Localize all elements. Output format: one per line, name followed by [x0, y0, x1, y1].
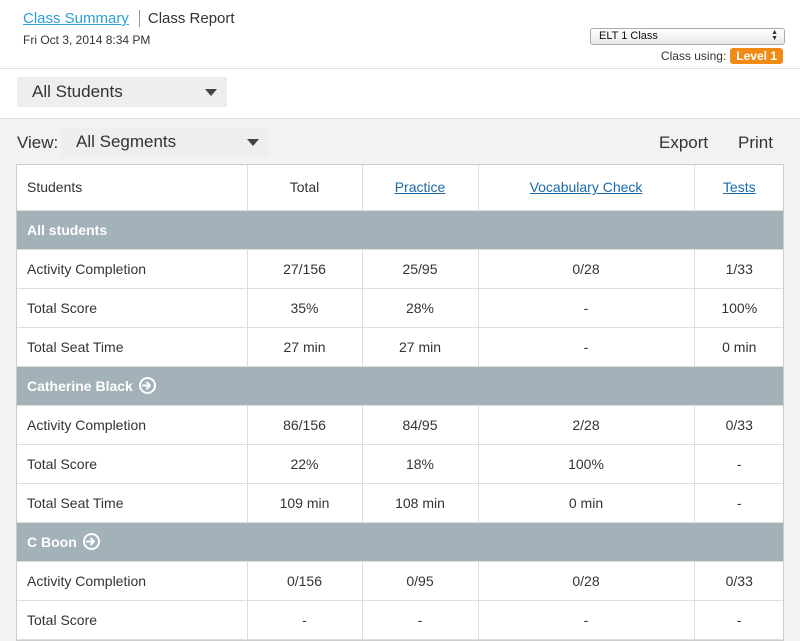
table-cell: 100%	[478, 444, 695, 484]
chevron-down-icon	[205, 89, 217, 96]
table-cell: -	[247, 600, 363, 640]
row-label: Total Score	[17, 600, 248, 640]
column-header-practice: Practice	[362, 165, 479, 211]
column-header-tests: Tests	[694, 165, 783, 211]
table-cell: 0/33	[694, 561, 783, 601]
table-row: Activity Completion 86/156 84/95 2/28 0/33	[17, 405, 783, 445]
report-table-container: Students Total Practice Vocabulary Check…	[16, 164, 784, 641]
table-cell: 0/28	[478, 249, 695, 289]
student-name: C Boon	[27, 533, 77, 550]
report-date: Fri Oct 3, 2014 8:34 PM	[23, 33, 151, 47]
group-cell: All students	[17, 210, 783, 250]
table-cell: 25/95	[362, 249, 479, 289]
table-row: Activity Completion 27/156 25/95 0/28 1/33	[17, 249, 783, 289]
segments-dropdown-value: All Segments	[76, 132, 177, 151]
table-row: Total Score - - - -	[17, 600, 783, 640]
student-link[interactable]: C Boon	[27, 533, 100, 550]
row-label: Activity Completion	[17, 249, 248, 289]
table-row: Activity Completion 0/156 0/95 0/28 0/33	[17, 561, 783, 601]
arrow-right-circle-icon[interactable]	[138, 377, 156, 394]
row-label: Activity Completion	[17, 405, 248, 445]
breadcrumb: Class Summary Class Report	[23, 10, 235, 27]
table-cell: 0 min	[478, 483, 695, 523]
print-button[interactable]: Print	[738, 133, 773, 153]
table-cell: -	[478, 600, 695, 640]
table-cell: -	[694, 483, 783, 523]
table-cell: 22%	[247, 444, 363, 484]
column-header-students: Students	[17, 165, 248, 211]
students-dropdown[interactable]: All Students	[17, 77, 227, 107]
class-select[interactable]: ELT 1 Class ▲ ▼	[590, 28, 785, 45]
table-cell: 108 min	[362, 483, 479, 523]
class-using-label: Class using:	[660, 49, 727, 63]
group-row: Catherine Black	[17, 366, 783, 406]
student-name: Catherine Black	[27, 377, 133, 394]
page-header: Class Summary Class Report Fri Oct 3, 20…	[0, 0, 800, 69]
view-label: View:	[17, 133, 59, 152]
select-arrows-icon: ▲ ▼	[771, 29, 778, 42]
table-cell: 0/156	[247, 561, 363, 601]
table-cell: 2/28	[478, 405, 695, 445]
chevron-down-icon	[247, 139, 259, 146]
table-cell: 86/156	[247, 405, 363, 445]
table-cell: 109 min	[247, 483, 363, 523]
column-header-vocabulary-check: Vocabulary Check	[478, 165, 695, 211]
level-badge: Level 1	[730, 48, 783, 64]
table-cell: 28%	[362, 288, 479, 328]
table-cell: 35%	[247, 288, 363, 328]
report-table: Students Total Practice Vocabulary Check…	[17, 165, 783, 640]
table-header-row: Students Total Practice Vocabulary Check…	[17, 165, 783, 211]
table-cell: -	[478, 327, 695, 367]
table-cell: 0/28	[478, 561, 695, 601]
table-cell: 27 min	[362, 327, 479, 367]
export-button[interactable]: Export	[659, 133, 708, 153]
group-row: C Boon	[17, 522, 783, 562]
students-dropdown-value: All Students	[32, 82, 123, 101]
group-row: All students	[17, 210, 783, 250]
student-link[interactable]: Catherine Black	[27, 377, 156, 394]
column-header-total: Total	[247, 165, 363, 211]
table-row: Total Score 35% 28% -100%	[17, 288, 783, 328]
table-cell: -	[694, 444, 783, 484]
report-main: View: All Segments Export Print Students…	[0, 119, 800, 641]
arrow-right-circle-icon[interactable]	[82, 533, 100, 550]
table-cell: 1/33	[694, 249, 783, 289]
table-row: Total Seat Time 109 min 108 min 0 min -	[17, 483, 783, 523]
breadcrumb-class-summary-link[interactable]: Class Summary	[23, 10, 129, 27]
row-label: Total Score	[17, 288, 248, 328]
class-using: Class using: Level 1	[661, 48, 783, 64]
group-cell: Catherine Black	[17, 366, 783, 406]
row-label: Total Seat Time	[17, 327, 248, 367]
table-cell: 18%	[362, 444, 479, 484]
group-name: All students	[27, 221, 108, 238]
table-cell: -	[694, 600, 783, 640]
class-select-value: ELT 1 Class	[599, 30, 658, 42]
segments-dropdown[interactable]: All Segments	[61, 127, 269, 157]
table-row: Total Seat Time 27 min 27 min -0 min	[17, 327, 783, 367]
row-label: Total Score	[17, 444, 248, 484]
table-cell: 27 min	[247, 327, 363, 367]
table-cell: -	[478, 288, 695, 328]
table-cell: 84/95	[362, 405, 479, 445]
group-cell: C Boon	[17, 522, 783, 562]
table-cell: -	[362, 600, 479, 640]
table-cell: 0/95	[362, 561, 479, 601]
table-cell: 0/33	[694, 405, 783, 445]
breadcrumb-divider	[138, 10, 140, 27]
row-label: Activity Completion	[17, 561, 248, 601]
table-cell: 27/156	[247, 249, 363, 289]
filter-bar: All Students	[0, 69, 800, 119]
vocabulary-check-column-link[interactable]: Vocabulary Check	[530, 179, 643, 195]
row-label: Total Seat Time	[17, 483, 248, 523]
table-cell: 0 min	[694, 327, 783, 367]
breadcrumb-current: Class Report	[147, 10, 235, 27]
table-cell: 100%	[694, 288, 783, 328]
table-row: Total Score 22% 18% 100% -	[17, 444, 783, 484]
tests-column-link[interactable]: Tests	[723, 179, 756, 195]
practice-column-link[interactable]: Practice	[395, 179, 446, 195]
